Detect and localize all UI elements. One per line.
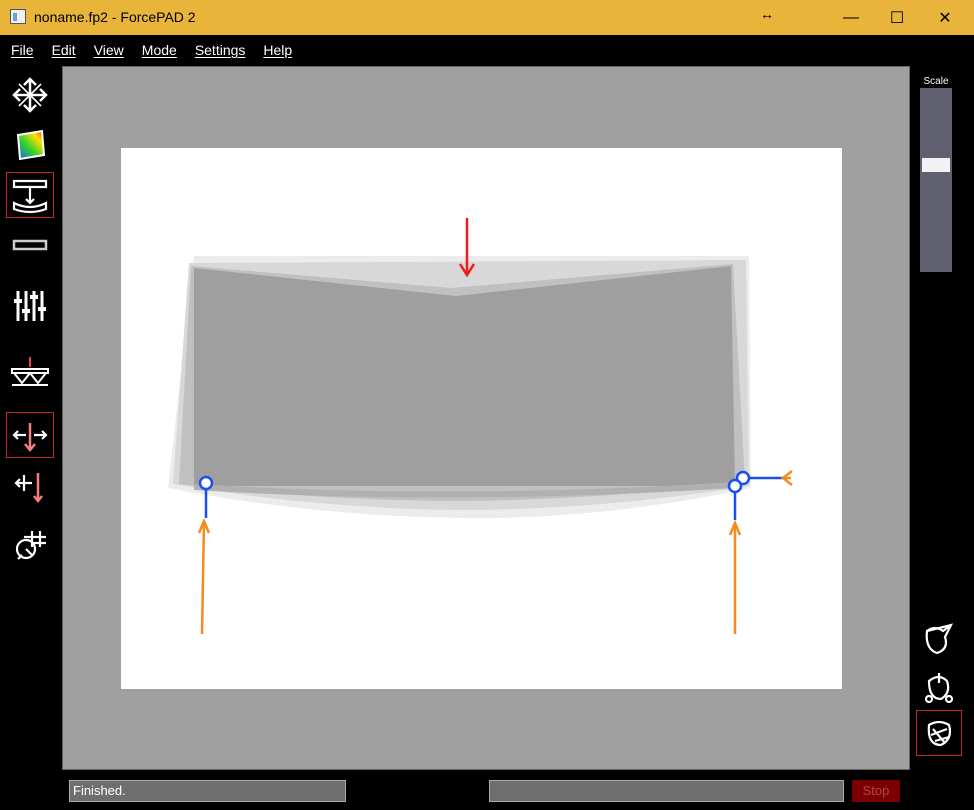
edit-shape-button[interactable] — [916, 616, 962, 662]
minimize-button[interactable]: — — [828, 0, 874, 35]
move-tool-button[interactable] — [6, 72, 54, 118]
status-message: Finished. — [69, 780, 346, 802]
app-icon[interactable] — [10, 9, 26, 24]
right-reaction-arrow[interactable] — [728, 519, 742, 634]
deformation-button[interactable] — [6, 172, 54, 218]
bridge-truss-icon — [11, 357, 49, 386]
point-force-icon — [14, 473, 43, 504]
horizontal-reaction-arrow[interactable] — [780, 470, 793, 486]
menu-file[interactable]: File — [11, 37, 34, 63]
right-support-constraint[interactable] — [727, 470, 783, 520]
menu-edit[interactable]: Edit — [52, 37, 76, 63]
constraint-shape-icon — [924, 673, 954, 704]
scale-slider-thumb[interactable] — [922, 158, 950, 172]
menu-view[interactable]: View — [94, 37, 124, 63]
left-toolbar — [0, 66, 62, 766]
structure-button[interactable] — [6, 350, 54, 396]
constraint-shape-button[interactable] — [916, 664, 962, 710]
maximize-button[interactable]: ☐ — [874, 0, 920, 35]
force-arrows-icon — [12, 423, 48, 452]
menu-bar: File Edit View Mode Settings Help — [0, 37, 974, 63]
target-crosshair-icon — [15, 531, 46, 560]
close-button[interactable]: ✕ — [922, 0, 968, 35]
original-shape — [194, 266, 735, 486]
edit-shape-icon — [925, 623, 954, 655]
window-title: noname.fp2 - ForcePAD 2 — [34, 9, 196, 25]
menu-settings[interactable]: Settings — [195, 37, 246, 63]
status-bar: Finished. Stop — [0, 772, 974, 810]
settings-sliders-button[interactable] — [6, 282, 54, 328]
title-bar: noname.fp2 - ForcePAD 2 ↔ — ☐ ✕ — [0, 0, 974, 35]
menu-mode[interactable]: Mode — [142, 37, 177, 63]
stop-button[interactable]: Stop — [852, 780, 900, 802]
color-gradient-icon — [16, 129, 46, 161]
rotate-shape-button[interactable] — [916, 710, 962, 756]
rectangle-outline-icon — [12, 239, 48, 251]
rotate-shape-icon — [927, 720, 952, 747]
applied-load-arrow[interactable] — [458, 218, 476, 278]
drawing-paper[interactable] — [121, 148, 842, 689]
scale-label: Scale — [923, 76, 949, 87]
sliders-icon — [14, 291, 46, 321]
fem-model-drawing[interactable] — [121, 148, 842, 689]
left-reaction-arrow[interactable] — [197, 517, 211, 635]
left-support-constraint[interactable] — [198, 475, 214, 518]
menu-help[interactable]: Help — [263, 37, 292, 63]
scale-panel: Scale — [918, 72, 954, 272]
right-toolbar — [912, 610, 964, 760]
rectangle-tool-button[interactable] — [6, 222, 54, 268]
load-tool-button[interactable] — [6, 412, 54, 458]
point-force-button[interactable] — [6, 462, 54, 508]
cross-arrows-icon — [12, 77, 48, 113]
scale-slider[interactable] — [920, 88, 952, 272]
progress-bar — [489, 780, 844, 802]
stress-colors-button[interactable] — [6, 122, 54, 168]
constraint-tool-button[interactable] — [6, 522, 54, 568]
bending-beam-icon — [12, 179, 48, 214]
resize-icon: ↔ — [760, 6, 774, 22]
